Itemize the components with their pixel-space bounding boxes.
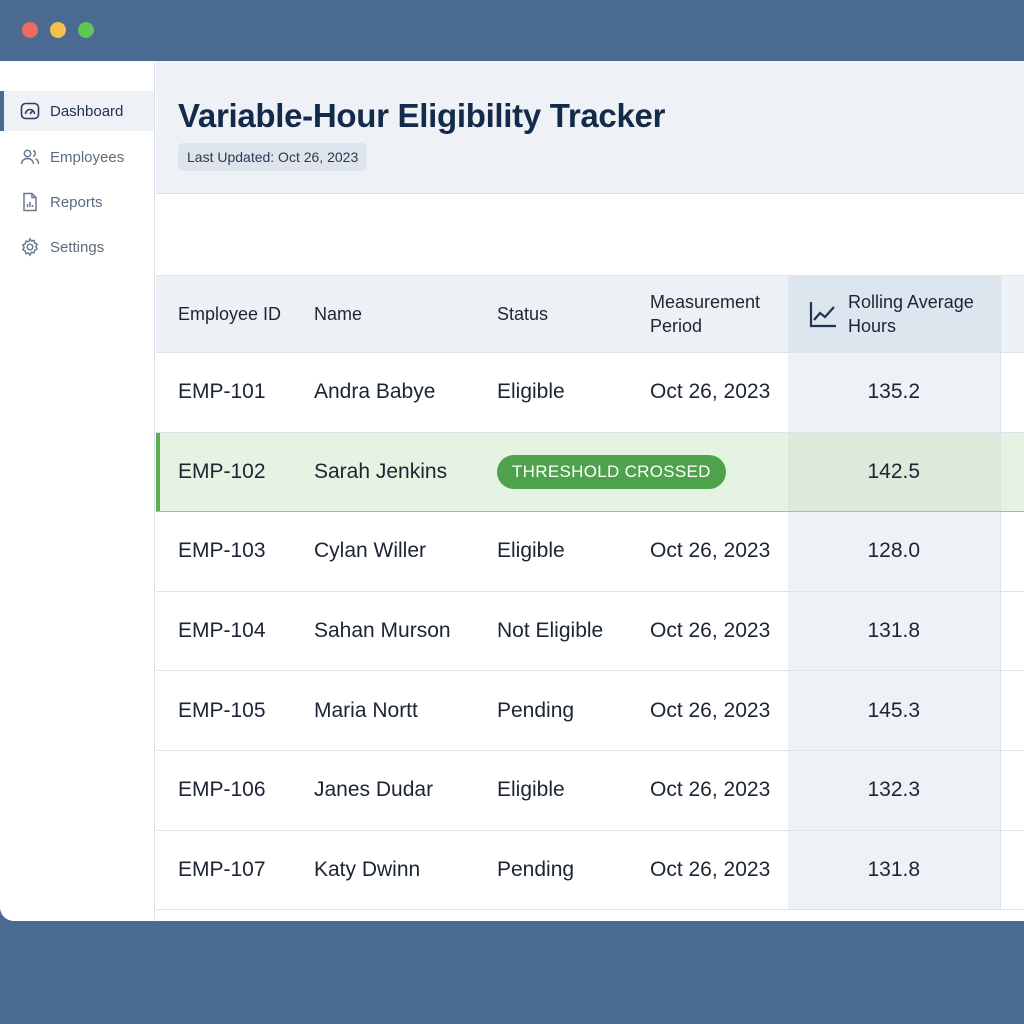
last-updated-badge: Last Updated: Oct 26, 2023: [178, 143, 368, 171]
cell-employee-id: EMP-101: [156, 352, 292, 433]
cell-employee-id: EMP-105: [156, 670, 292, 751]
cell-period: Oct 26, 2023: [628, 830, 788, 911]
report-icon: [23, 192, 37, 212]
cell-period: Oct 26, 2023: [628, 352, 788, 433]
column-header-rolling-average-hours[interactable]: Rolling Average Hours: [788, 275, 1000, 353]
cell-rolling-average: 135.2: [788, 352, 1000, 433]
cell-status: Pending: [475, 670, 628, 751]
sidebar-item-dashboard[interactable]: Dashboard: [0, 91, 154, 131]
cell-status: Not Eligible: [475, 591, 628, 672]
close-window-button[interactable]: [22, 22, 38, 38]
cell-period: Oct 26, 2023: [628, 750, 788, 831]
cell-rolling-average: 128.0: [788, 511, 1000, 592]
users-icon: [20, 149, 40, 165]
sidebar-item-employees[interactable]: Employees: [0, 137, 154, 177]
table-header-row: Employee ID Name Status Measurement Peri…: [156, 275, 1024, 353]
cell-overflow: [999, 830, 1024, 911]
maximize-window-button[interactable]: [78, 22, 94, 38]
cell-rolling-average: 132.3: [788, 750, 1000, 831]
column-header-status[interactable]: Status: [475, 275, 628, 353]
table-row[interactable]: EMP-106 Janes Dudar Eligible Oct 26, 202…: [156, 750, 1024, 831]
cell-name: Sahan Murson: [292, 591, 475, 672]
trend-chart-icon: [809, 302, 836, 328]
window-titlebar: [0, 0, 1024, 61]
gauge-icon: [20, 102, 40, 120]
cell-rolling-average: 131.8: [788, 830, 1000, 911]
cell-name: Andra Babye: [292, 352, 475, 433]
cell-status: Eligible: [475, 352, 628, 433]
cell-period: Oct 26, 2023: [628, 591, 788, 672]
cell-rolling-average: 131.8: [788, 591, 1000, 672]
eligibility-table-container: Employee ID Name Status Measurement Peri…: [156, 275, 1024, 921]
cell-name: Maria Nortt: [292, 670, 475, 751]
eligibility-table: Employee ID Name Status Measurement Peri…: [156, 275, 1024, 911]
cell-employee-id: EMP-104: [156, 591, 292, 672]
cell-rolling-average: 142.5: [788, 431, 1000, 513]
minimize-window-button[interactable]: [50, 22, 66, 38]
cell-overflow: [999, 670, 1024, 751]
desktop-background: [0, 921, 1024, 1024]
cell-employee-id: EMP-103: [156, 511, 292, 592]
table-row[interactable]: EMP-107 Katy Dwinn Pending Oct 26, 2023 …: [156, 830, 1024, 911]
cell-overflow: [999, 352, 1024, 433]
cell-status: THRESHOLD CROSSED: [475, 431, 788, 513]
cell-period: Oct 26, 2023: [628, 511, 788, 592]
sidebar-item-settings[interactable]: Settings: [0, 227, 154, 267]
column-header-employee-id[interactable]: Employee ID: [156, 275, 292, 353]
sidebar-item-reports[interactable]: Reports: [0, 182, 154, 222]
threshold-crossed-badge: THRESHOLD CROSSED: [497, 454, 726, 489]
sidebar: Dashboard Employees Reports Settings: [0, 61, 155, 921]
cell-overflow: [999, 431, 1024, 513]
cell-employee-id: EMP-106: [156, 750, 292, 831]
sidebar-item-label: Dashboard: [50, 102, 124, 120]
cell-name: Janes Dudar: [292, 750, 475, 831]
cell-name: Cylan Willer: [292, 511, 475, 592]
cell-employee-id: EMP-102: [156, 431, 292, 513]
column-header-name[interactable]: Name: [292, 275, 475, 353]
page-title: Variable-Hour Eligibility Tracker: [178, 97, 666, 134]
cell-status: Eligible: [475, 750, 628, 831]
sidebar-item-label: Settings: [50, 238, 105, 256]
cell-overflow: [999, 750, 1024, 831]
table-row[interactable]: EMP-103 Cylan Willer Eligible Oct 26, 20…: [156, 511, 1024, 592]
table-row[interactable]: EMP-105 Maria Nortt Pending Oct 26, 2023…: [156, 670, 1024, 751]
cell-status: Pending: [475, 830, 628, 911]
app-window: Dashboard Employees Reports Settings Var…: [0, 61, 1024, 921]
page-header: Variable-Hour Eligibility Tracker Last U…: [156, 61, 1024, 194]
column-header-overflow: [999, 275, 1024, 353]
sidebar-item-label: Reports: [50, 193, 103, 211]
table-row-highlighted[interactable]: EMP-102 Sarah Jenkins THRESHOLD CROSSED …: [156, 431, 1024, 513]
cell-overflow: [999, 591, 1024, 672]
cell-name: Katy Dwinn: [292, 830, 475, 911]
cell-overflow: [999, 511, 1024, 592]
cell-period: Oct 26, 2023: [628, 670, 788, 751]
column-header-measurement-period[interactable]: Measurement Period: [628, 275, 788, 353]
main-content: Variable-Hour Eligibility Tracker Last U…: [156, 61, 1024, 921]
cell-employee-id: EMP-107: [156, 830, 292, 911]
table-row[interactable]: EMP-101 Andra Babye Eligible Oct 26, 202…: [156, 352, 1024, 433]
sidebar-item-label: Employees: [50, 148, 125, 166]
table-row[interactable]: EMP-104 Sahan Murson Not Eligible Oct 26…: [156, 591, 1024, 672]
cell-rolling-average: 145.3: [788, 670, 1000, 751]
gear-icon: [21, 237, 39, 257]
column-header-label: Rolling Average Hours: [848, 292, 974, 336]
cell-name: Sarah Jenkins: [292, 431, 475, 513]
cell-status: Eligible: [475, 511, 628, 592]
